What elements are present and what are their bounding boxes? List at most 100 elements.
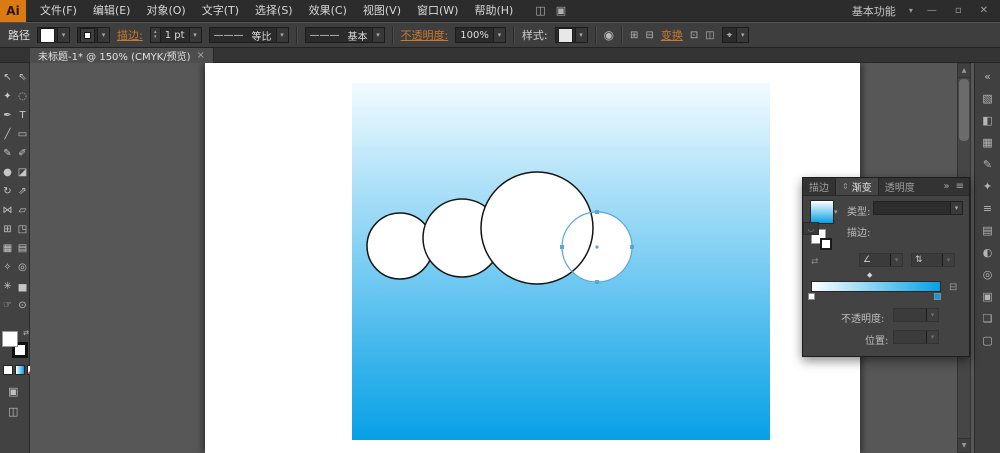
- eraser-tool[interactable]: ◪: [15, 163, 30, 182]
- recolor-artwork-icon[interactable]: ◉: [604, 28, 614, 42]
- appearance-panel-icon[interactable]: ◎: [976, 263, 1000, 285]
- minimize-button[interactable]: —: [923, 5, 941, 16]
- width-profile-select[interactable]: ——— 等比 ▾: [208, 27, 289, 43]
- stop-location-field[interactable]: ▾: [893, 330, 939, 344]
- transform-panel-link[interactable]: 变换: [661, 27, 683, 43]
- anchor-point[interactable]: [595, 280, 599, 284]
- swap-fill-stroke-icon[interactable]: ⇄: [23, 329, 29, 337]
- close-button[interactable]: ✕: [976, 5, 992, 16]
- color-panel-icon[interactable]: ▧: [976, 87, 1000, 109]
- menu-effect[interactable]: 效果(C): [301, 0, 355, 22]
- lasso-tool[interactable]: ◌: [15, 87, 30, 106]
- stroke-weight-arrow-icon[interactable]: ▾: [188, 28, 201, 42]
- brush-definition-select[interactable]: ——— 基本 ▾: [304, 27, 385, 43]
- stroke-weight-stepper[interactable]: ▴ ▾ 1 pt ▾: [149, 27, 202, 43]
- scale-tool[interactable]: ⇗: [15, 182, 30, 201]
- menu-file[interactable]: 文件(F): [32, 0, 85, 22]
- gradient-tool[interactable]: ▤: [15, 239, 30, 258]
- anchor-point[interactable]: [630, 245, 634, 249]
- fill-color-picker[interactable]: ▾: [37, 27, 70, 43]
- free-transform-tool[interactable]: ▱: [15, 201, 30, 220]
- stroke-panel-icon[interactable]: ≡: [976, 197, 1000, 219]
- expand-panels-icon[interactable]: «: [976, 65, 1000, 87]
- eyedropper-tool[interactable]: ✧: [0, 258, 15, 277]
- delete-stop-icon[interactable]: ⊟: [949, 282, 957, 293]
- type-tool[interactable]: T: [15, 106, 30, 125]
- column-graph-tool[interactable]: ▅: [15, 277, 30, 296]
- pencil-tool[interactable]: ✐: [15, 144, 30, 163]
- artboards-panel-icon[interactable]: ▢: [976, 329, 1000, 351]
- arrange-documents-icon[interactable]: ▣: [556, 4, 566, 17]
- restore-button[interactable]: ▫: [951, 5, 966, 16]
- line-segment-tool[interactable]: ╱: [0, 125, 15, 144]
- opacity-select[interactable]: 100% ▾: [455, 27, 506, 43]
- paintbrush-tool[interactable]: ✎: [0, 144, 15, 163]
- gradient-panel-icon[interactable]: ▤: [976, 219, 1000, 241]
- panel-menu-icon[interactable]: ≡: [956, 181, 964, 192]
- blend-tool[interactable]: ◎: [15, 258, 30, 277]
- tab-gradient[interactable]: ⇕ 渐变: [835, 178, 879, 195]
- align-objects-icon[interactable]: ⊞: [630, 30, 638, 41]
- menu-type[interactable]: 文字(T): [194, 0, 247, 22]
- shape-builder-tool[interactable]: ⊞: [0, 220, 15, 239]
- gradient-fill-thumbnail[interactable]: [810, 200, 834, 224]
- symbol-sprayer-tool[interactable]: ✳: [0, 277, 15, 296]
- hand-tool[interactable]: ☞: [0, 296, 15, 315]
- scroll-up-icon[interactable]: ▲: [958, 64, 970, 78]
- tab-stroke[interactable]: 描边: [803, 178, 835, 195]
- zoom-tool[interactable]: ⊙: [15, 296, 30, 315]
- style-picker[interactable]: ▾: [554, 27, 588, 43]
- color-mode-button[interactable]: [3, 365, 13, 375]
- anchor-point[interactable]: [560, 245, 564, 249]
- opacity-panel-link[interactable]: 不透明度:: [401, 27, 449, 43]
- fill-color-swatch[interactable]: [2, 331, 18, 347]
- gradient-stop-start[interactable]: [808, 293, 815, 300]
- stroke-panel-link[interactable]: 描边:: [117, 27, 143, 43]
- magic-wand-tool[interactable]: ✦: [0, 87, 15, 106]
- rectangle-tool[interactable]: ▭: [15, 125, 30, 144]
- document-tab[interactable]: 未标题-1* @ 150% (CMYK/预览) ×: [30, 48, 214, 63]
- tab-transparency[interactable]: 透明度: [879, 178, 921, 195]
- gradient-menu-arrow-icon[interactable]: ▾: [834, 208, 838, 216]
- stepper-down-icon[interactable]: ▾: [154, 35, 157, 40]
- color-guide-panel-icon[interactable]: ◧: [976, 109, 1000, 131]
- transparency-panel-icon[interactable]: ◐: [976, 241, 1000, 263]
- distribute-objects-icon[interactable]: ⊟: [645, 30, 653, 41]
- anchor-point[interactable]: [595, 210, 599, 214]
- group-icon[interactable]: ◫: [705, 30, 714, 41]
- gradient-across-stroke-icon[interactable]: ◡: [803, 222, 819, 235]
- menu-window[interactable]: 窗口(W): [409, 0, 466, 22]
- screen-mode-button[interactable]: ◫: [8, 405, 18, 418]
- reverse-gradient-icon[interactable]: ⇄: [811, 257, 819, 267]
- scroll-down-icon[interactable]: ▼: [958, 438, 970, 452]
- width-tool[interactable]: ⋈: [0, 201, 15, 220]
- tab-close-icon[interactable]: ×: [197, 50, 205, 61]
- stop-opacity-field[interactable]: ▾: [893, 308, 939, 322]
- gradient-type-select[interactable]: ▾: [873, 201, 963, 215]
- gradient-midpoint-icon[interactable]: ◆: [867, 271, 872, 279]
- gradient-mode-button[interactable]: [15, 365, 25, 375]
- aspect-ratio-field[interactable]: ⇅ ▾: [911, 253, 955, 267]
- drawn-circle[interactable]: [480, 171, 594, 285]
- workspace-switcher[interactable]: 基本功能: [852, 3, 896, 19]
- isolate-object-icon[interactable]: ⊡: [690, 30, 698, 41]
- stroke-weight-value[interactable]: 1 pt: [161, 30, 189, 41]
- stroke-color-picker[interactable]: ▾: [77, 27, 110, 43]
- gradient-stop-end[interactable]: [934, 293, 941, 300]
- selection-tool[interactable]: ↖: [0, 68, 15, 87]
- gradient-slider-bar[interactable]: [811, 281, 941, 292]
- bridge-icon[interactable]: ◫: [535, 4, 545, 17]
- menu-object[interactable]: 对象(O): [138, 0, 193, 22]
- menu-edit[interactable]: 编辑(E): [85, 0, 139, 22]
- brushes-panel-icon[interactable]: ✎: [976, 153, 1000, 175]
- gradient-angle-field[interactable]: ∠ ▾: [859, 253, 903, 267]
- gradient-stroke-proxy[interactable]: [820, 238, 832, 250]
- menu-select[interactable]: 选择(S): [247, 0, 301, 22]
- pen-tool[interactable]: ✒: [0, 106, 15, 125]
- collapse-panels-icon[interactable]: »: [943, 181, 949, 192]
- layers-panel-icon[interactable]: ❏: [976, 307, 1000, 329]
- swatches-panel-icon[interactable]: ▦: [976, 131, 1000, 153]
- blob-brush-tool[interactable]: ●: [0, 163, 15, 182]
- perspective-grid-tool[interactable]: ◳: [15, 220, 30, 239]
- rotate-tool[interactable]: ↻: [0, 182, 15, 201]
